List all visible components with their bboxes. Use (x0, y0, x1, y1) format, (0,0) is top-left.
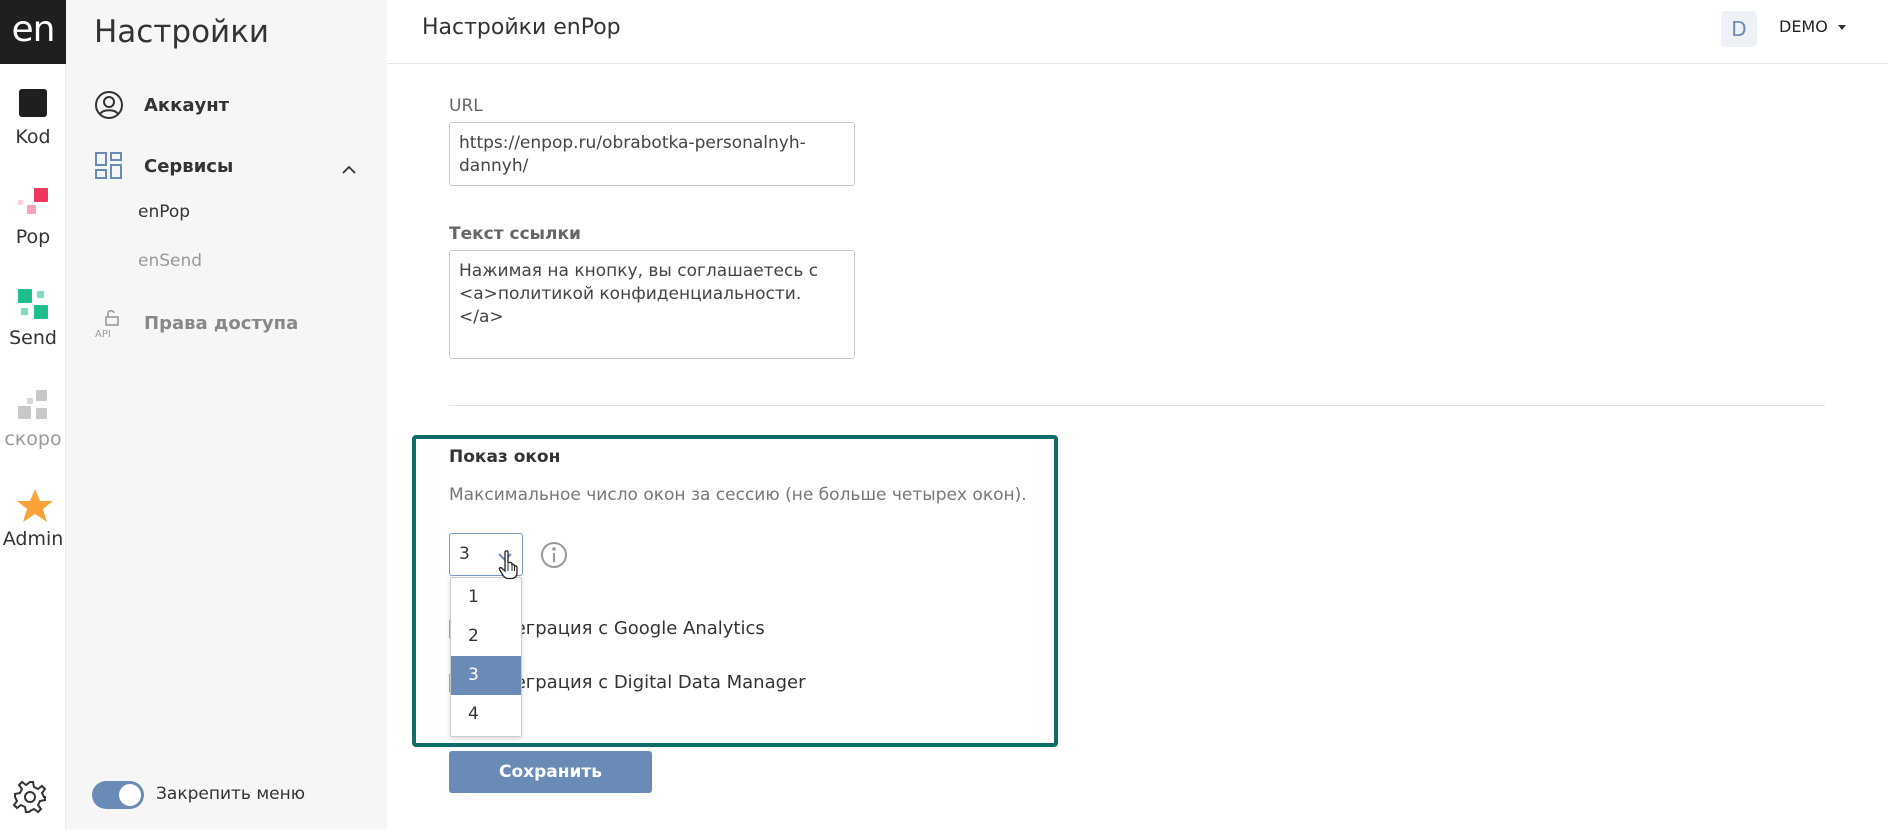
dropdown-option-selected[interactable]: 3 (451, 656, 521, 695)
section-description: Максимальное число окон за сессию (не бо… (449, 485, 1027, 505)
panel-title: Настройки (94, 14, 270, 50)
dropdown-option[interactable]: 2 (451, 617, 521, 656)
main-content: Настройки enPop D DEMO URL https://enpop… (387, 0, 1888, 829)
api-lock-icon: API (94, 308, 124, 340)
soon-icon (16, 388, 50, 422)
dropdown-option[interactable]: 1 (451, 578, 521, 617)
user-name: DEMO (1779, 17, 1828, 36)
nav-item-label: Аккаунт (144, 94, 230, 116)
link-text-label: Текст ссылки (449, 224, 581, 244)
divider (449, 405, 1825, 406)
section-title: Показ окон (449, 447, 561, 467)
send-icon (16, 287, 50, 321)
rail-item-label: Pop (15, 226, 51, 248)
nav-item-label: Права доступа (144, 312, 299, 334)
grid-icon (94, 151, 124, 181)
api-caption: API (95, 329, 111, 338)
rail-item-send[interactable]: Send (0, 287, 66, 349)
chevron-up-icon[interactable] (342, 160, 356, 174)
nav-item-account[interactable]: Аккаунт (94, 88, 229, 122)
pin-menu-label: Закрепить меню (156, 784, 306, 804)
save-button[interactable]: Сохранить изменения (449, 751, 652, 824)
page-title: Настройки enPop (422, 15, 621, 40)
windows-count-dropdown: 1 2 3 4 (450, 577, 522, 737)
settings-panel: Настройки Аккаунт Сервисы enPop enSend A… (66, 0, 387, 829)
sub-item-enpop[interactable]: enPop (138, 202, 190, 222)
user-circle-icon (94, 90, 124, 120)
kod-icon (16, 86, 50, 120)
url-field[interactable]: https://enpop.ru/obrabotka-personalnyh-d… (449, 122, 855, 186)
top-bar: Настройки enPop D DEMO (387, 0, 1888, 64)
caret-down-icon (1837, 25, 1846, 30)
rail-item-kod[interactable]: Kod (0, 86, 66, 148)
gear-icon[interactable] (12, 779, 48, 815)
app-rail: en Kod Pop Send скоро Admin (0, 0, 66, 829)
url-label: URL (449, 96, 483, 116)
pop-icon (16, 186, 50, 220)
rail-item-label: Admin (2, 528, 64, 550)
hand-cursor-icon (498, 550, 520, 580)
link-text-field[interactable]: Нажимая на кнопку, вы соглашаетесь с <a>… (449, 250, 855, 359)
ddm-integration-label: Интеграция с Digital Data Manager (479, 672, 806, 693)
info-icon[interactable] (540, 541, 568, 569)
avatar[interactable]: D (1721, 11, 1757, 47)
rail-item-pop[interactable]: Pop (0, 186, 66, 248)
pin-menu-toggle[interactable] (92, 781, 144, 809)
rail-item-soon: скоро (0, 388, 66, 450)
dropdown-option[interactable]: 4 (451, 695, 521, 734)
sub-item-ensend[interactable]: enSend (138, 251, 202, 271)
user-menu[interactable]: DEMO (1779, 17, 1846, 36)
nav-item-services[interactable]: Сервисы (94, 149, 233, 183)
nav-item-access[interactable]: API Права доступа (94, 306, 298, 340)
star-icon (16, 488, 53, 522)
rail-item-label: скоро (4, 428, 62, 450)
select-value: 3 (459, 544, 470, 564)
rail-item-label: Kod (15, 126, 51, 148)
rail-item-admin[interactable]: Admin (0, 488, 66, 550)
nav-item-label: Сервисы (144, 155, 234, 177)
rail-item-label: Send (9, 327, 57, 349)
app-logo[interactable]: en (0, 0, 66, 64)
